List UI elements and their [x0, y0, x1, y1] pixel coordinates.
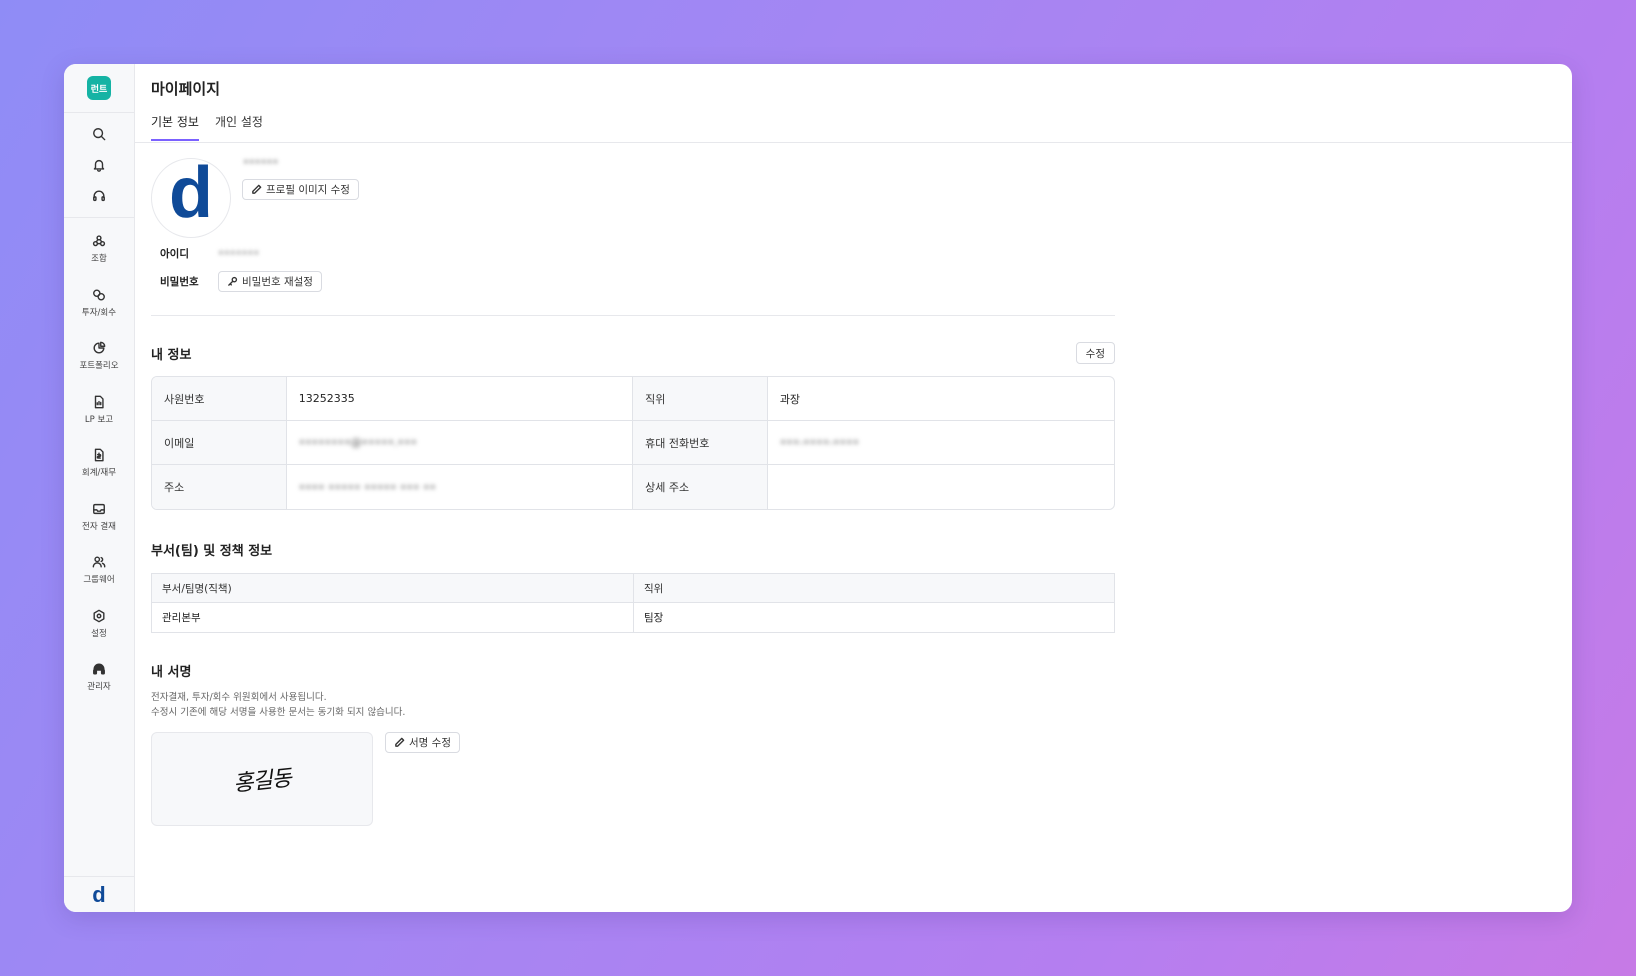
sidebar-item-label: 설정 [91, 628, 107, 639]
signature-image: 홍길동 [232, 766, 293, 797]
sidebar-item-label: 관리자 [87, 682, 111, 692]
column-header-department: 부서/팀명(직책) [151, 573, 634, 603]
id-row: 아이디 ••••••• [160, 246, 259, 261]
username: •••••• [243, 157, 279, 168]
sidebar-item-portfolio[interactable]: 포트폴리오 [64, 337, 135, 391]
pencil-icon [395, 737, 405, 747]
my-info-section: 내 정보 수정 사원번호 13252335 직위 과장 이메일 ••••••••… [151, 342, 1115, 510]
department-title: 부서(팀) 및 정책 정보 [151, 544, 273, 559]
password-label: 비밀번호 [160, 276, 199, 288]
sidebar-item-approval[interactable]: 전자 결재 [64, 498, 135, 552]
detail-address-value [768, 465, 1114, 509]
table-row: 주소 •••• ••••• ••••• ••• •• 상세 주소 [152, 465, 1114, 509]
sidebar-item-lp-report[interactable]: LP 보고 [64, 391, 135, 445]
profile-section: d •••••• 프로필 이미지 수정 아이디 ••••••• 비밀번호 비밀번… [151, 143, 1115, 316]
tab-personal-settings[interactable]: 개인 설정 [215, 113, 263, 141]
sidebar-item-label: LP 보고 [84, 414, 114, 425]
sidebar-item-accounting[interactable]: 회계/재무 [64, 444, 135, 498]
union-icon [90, 232, 108, 250]
search-icon[interactable] [90, 125, 108, 143]
id-value: ••••••• [218, 248, 260, 259]
column-header-position: 직위 [633, 573, 1115, 603]
groupware-icon [90, 553, 108, 571]
pencil-icon [252, 184, 262, 194]
signature-section: 내 서명 전자결재, 투자/회수 위원회에서 사용됩니다. 수정시 기존에 해당… [151, 661, 1115, 826]
employee-number-label: 사원번호 [152, 377, 287, 421]
page-title: 마이페이지 [151, 80, 221, 98]
sidebar-item-label: 회계/재무 [81, 468, 117, 478]
main-content: 마이페이지 기본 정보 개인 설정 d •••••• 프로필 이미지 수정 아이… [135, 64, 1572, 912]
department-value: 관리본부 [151, 602, 634, 633]
reset-password-label: 비밀번호 재설정 [242, 276, 313, 288]
signature-title: 내 서명 [151, 665, 192, 680]
detail-address-label: 상세 주소 [633, 465, 768, 509]
accounting-icon [90, 446, 108, 464]
portfolio-icon [90, 339, 108, 357]
sidebar-item-label: 그룹웨어 [83, 575, 115, 585]
sidebar-footer: d [64, 876, 134, 912]
signature-description: 전자결재, 투자/회수 위원회에서 사용됩니다. 수정시 기존에 해당 서명을 … [151, 690, 1115, 720]
address-value: •••• ••••• ••••• ••• •• [298, 480, 436, 494]
table-row: 사원번호 13252335 직위 과장 [152, 377, 1114, 421]
key-icon [228, 276, 238, 286]
edit-profile-image-button[interactable]: 프로필 이미지 수정 [242, 179, 359, 200]
sidebar-item-union[interactable]: 조합 [64, 230, 135, 284]
tab-basic-info[interactable]: 기본 정보 [151, 113, 199, 141]
brand-logo[interactable]: d [92, 883, 105, 906]
my-info-table: 사원번호 13252335 직위 과장 이메일 ••••••••@•••••.•… [151, 376, 1115, 510]
signature-description-line: 전자결재, 투자/회수 위원회에서 사용됩니다. [151, 692, 327, 703]
signature-preview: 홍길동 [151, 732, 373, 826]
address-label: 주소 [152, 465, 287, 509]
sidebar-item-admin[interactable]: 관리자 [64, 658, 135, 712]
position-label: 직위 [633, 377, 768, 421]
sidebar-item-label: 전자 결재 [82, 521, 116, 532]
mobile-phone-label: 휴대 전화번호 [633, 421, 768, 465]
email-label: 이메일 [152, 421, 287, 465]
edit-signature-button[interactable]: 서명 수정 [385, 732, 460, 753]
tab-bar: 기본 정보 개인 설정 [151, 113, 1556, 141]
table-row: 관리본부 팀장 [151, 602, 1115, 633]
password-row: 비밀번호 비밀번호 재설정 [160, 271, 322, 292]
avatar-logo-letter: d [169, 153, 213, 233]
sidebar-item-label: 포트폴리오 [79, 361, 119, 371]
avatar: d [151, 153, 231, 238]
department-section: 부서(팀) 및 정책 정보 부서/팀명(직책) 직위 관리본부 팀장 [151, 540, 1115, 633]
admin-icon [90, 660, 108, 678]
table-row: 이메일 ••••••••@•••••.••• 휴대 전화번호 •••-••••-… [152, 421, 1114, 465]
edit-profile-image-label: 프로필 이미지 수정 [266, 184, 350, 196]
investment-icon [90, 286, 108, 304]
department-table: 부서/팀명(직책) 직위 관리본부 팀장 [151, 573, 1115, 633]
app-window: 런트 조합 투자/회수 포트폴리오 LP 보고 회계/재무 전자 결재 그룹웨어… [64, 64, 1572, 912]
edit-my-info-button[interactable]: 수정 [1075, 342, 1115, 364]
table-header-row: 부서/팀명(직책) 직위 [151, 573, 1115, 603]
edit-signature-label: 서명 수정 [409, 737, 451, 749]
employee-number-value: 13252335 [286, 377, 634, 421]
settings-icon [90, 607, 108, 625]
reset-password-button[interactable]: 비밀번호 재설정 [218, 271, 322, 292]
headset-icon[interactable] [90, 187, 108, 205]
position-value: 과장 [767, 377, 1114, 421]
app-logo[interactable]: 런트 [87, 76, 111, 100]
id-label: 아이디 [160, 248, 189, 260]
sidebar-item-investment[interactable]: 투자/회수 [64, 284, 135, 338]
my-info-title: 내 정보 [151, 347, 192, 363]
signature-description-line: 수정시 기존에 해당 서명을 사용한 문서는 동기화 되지 않습니다. [151, 707, 406, 718]
sidebar-item-groupware[interactable]: 그룹웨어 [64, 551, 135, 605]
mobile-phone-value: •••-••••-•••• [779, 436, 860, 449]
department-position-value: 팀장 [644, 612, 664, 624]
sidebar-item-settings[interactable]: 설정 [64, 605, 135, 659]
email-value: ••••••••@•••••.••• [298, 436, 418, 449]
report-icon [90, 393, 108, 411]
sidebar-item-label: 조합 [91, 254, 107, 264]
approval-icon [90, 500, 108, 518]
page-header: 마이페이지 기본 정보 개인 설정 [135, 64, 1572, 143]
bell-icon[interactable] [90, 156, 108, 174]
sidebar: 런트 조합 투자/회수 포트폴리오 LP 보고 회계/재무 전자 결재 그룹웨어… [64, 64, 135, 912]
sidebar-item-label: 투자/회수 [81, 307, 117, 318]
